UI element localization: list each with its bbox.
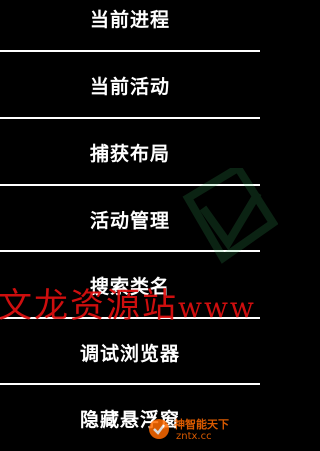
watermark-logo-icon bbox=[182, 168, 278, 264]
watermark-badge: 神智能天下 zntx.cc bbox=[146, 416, 260, 446]
badge-line1: 神智能天下 bbox=[174, 418, 229, 431]
menu-item-current-process[interactable]: 当前进程 bbox=[0, 0, 260, 51]
menu-item-debug-browser[interactable]: 调试浏览器 bbox=[0, 319, 260, 385]
menu-item-current-activity[interactable]: 当前活动 bbox=[0, 52, 260, 118]
badge-logo-icon bbox=[149, 419, 169, 439]
badge-line2: zntx.cc bbox=[176, 431, 212, 442]
